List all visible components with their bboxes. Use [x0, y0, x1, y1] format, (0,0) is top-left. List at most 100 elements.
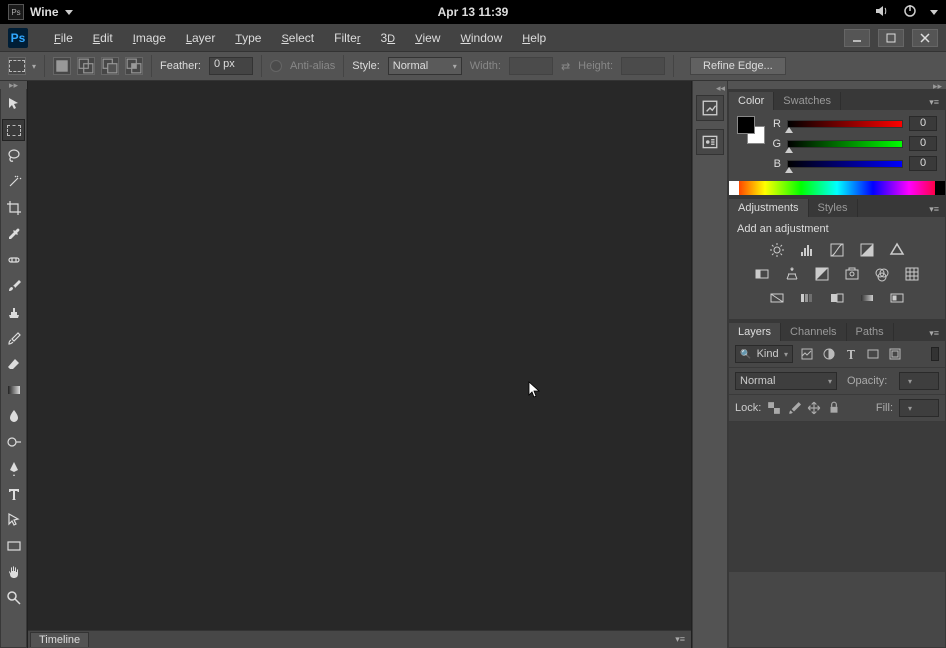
brush-tool[interactable] [2, 275, 25, 297]
menu-select[interactable]: Select [271, 27, 324, 49]
path-selection-tool[interactable] [2, 509, 25, 531]
fill-input[interactable]: ▾ [899, 399, 939, 417]
filter-type-icon[interactable] [843, 346, 859, 362]
hand-tool[interactable] [2, 561, 25, 583]
tab-swatches[interactable]: Swatches [774, 92, 841, 110]
tool-preset-dropdown-icon[interactable]: ▾ [32, 62, 36, 71]
gradient-tool[interactable] [2, 379, 25, 401]
marquee-tool[interactable] [2, 119, 25, 141]
app-menu-dropdown-icon[interactable] [65, 10, 73, 15]
properties-panel-icon[interactable] [696, 129, 724, 155]
app-title[interactable]: Wine [30, 5, 59, 19]
brightness-contrast-icon[interactable] [767, 241, 787, 259]
magic-wand-tool[interactable] [2, 171, 25, 193]
timeline-menu-icon[interactable]: ▾≡ [675, 634, 685, 645]
filter-pixel-icon[interactable] [799, 346, 815, 362]
curves-icon[interactable] [827, 241, 847, 259]
b-value-input[interactable]: 0 [909, 156, 937, 171]
opacity-input[interactable]: ▾ [899, 372, 939, 390]
current-tool-icon[interactable] [8, 57, 26, 75]
refine-edge-button[interactable]: Refine Edge... [690, 57, 786, 75]
healing-brush-tool[interactable] [2, 249, 25, 271]
layer-filter-kind-select[interactable]: 🔍Kind▾ [735, 345, 793, 363]
type-tool[interactable] [2, 483, 25, 505]
tab-layers[interactable]: Layers [729, 323, 781, 341]
filter-shape-icon[interactable] [865, 346, 881, 362]
exposure-icon[interactable] [857, 241, 877, 259]
feather-input[interactable]: 0 px [209, 57, 253, 75]
foreground-color-swatch[interactable] [737, 116, 755, 134]
clone-stamp-tool[interactable] [2, 301, 25, 323]
invert-icon[interactable] [767, 289, 787, 307]
pen-tool[interactable] [2, 457, 25, 479]
eyedropper-tool[interactable] [2, 223, 25, 245]
menu-image[interactable]: Image [123, 27, 176, 49]
adjustments-panel-menu-icon[interactable]: ▾≡ [923, 202, 945, 217]
menu-layer[interactable]: Layer [176, 27, 225, 49]
channel-mixer-icon[interactable] [872, 265, 892, 283]
g-slider[interactable] [787, 140, 903, 148]
move-tool[interactable] [2, 93, 25, 115]
selection-add-icon[interactable] [77, 57, 95, 75]
gradient-map-icon[interactable] [857, 289, 877, 307]
menu-edit[interactable]: Edit [83, 27, 123, 49]
color-swatch-stack[interactable] [737, 116, 765, 144]
tab-adjustments[interactable]: Adjustments [729, 199, 809, 217]
color-balance-icon[interactable] [782, 265, 802, 283]
g-value-input[interactable]: 0 [909, 136, 937, 151]
posterize-icon[interactable] [797, 289, 817, 307]
color-panel-menu-icon[interactable]: ▾≡ [923, 95, 945, 110]
menu-file[interactable]: File [44, 27, 83, 49]
menu-type[interactable]: Type [225, 27, 271, 49]
lock-all-icon[interactable] [827, 401, 841, 415]
right-dock-collapse-grip[interactable]: ▸▸ [728, 81, 946, 89]
selection-subtract-icon[interactable] [101, 57, 119, 75]
rectangle-tool[interactable] [2, 535, 25, 557]
tab-paths[interactable]: Paths [847, 323, 894, 341]
layers-panel-menu-icon[interactable]: ▾≡ [923, 326, 945, 341]
r-value-input[interactable]: 0 [909, 116, 937, 131]
lock-transparency-icon[interactable] [767, 401, 781, 415]
system-menu-dropdown-icon[interactable] [930, 10, 938, 15]
menu-filter[interactable]: Filter [324, 27, 370, 49]
photo-filter-icon[interactable] [842, 265, 862, 283]
history-brush-tool[interactable] [2, 327, 25, 349]
threshold-icon[interactable] [827, 289, 847, 307]
crop-tool[interactable] [2, 197, 25, 219]
style-select[interactable]: Normal▾ [388, 57, 462, 75]
dodge-tool[interactable] [2, 431, 25, 453]
menu-view[interactable]: View [405, 27, 450, 49]
menu-window[interactable]: Window [450, 27, 512, 49]
toolbox-collapse-grip[interactable]: ▸▸ [0, 81, 27, 89]
document-canvas[interactable]: Timeline ▾≡ [27, 81, 692, 648]
filter-smart-icon[interactable] [887, 346, 903, 362]
black-white-icon[interactable] [812, 265, 832, 283]
history-panel-icon[interactable] [696, 95, 724, 121]
selection-new-icon[interactable] [53, 57, 71, 75]
hue-saturation-icon[interactable] [752, 265, 772, 283]
blur-tool[interactable] [2, 405, 25, 427]
tab-color[interactable]: Color [729, 92, 774, 110]
window-close-button[interactable] [912, 29, 938, 47]
vibrance-icon[interactable] [887, 241, 907, 259]
window-maximize-button[interactable] [878, 29, 904, 47]
eraser-tool[interactable] [2, 353, 25, 375]
volume-icon[interactable] [874, 3, 890, 22]
lock-pixels-icon[interactable] [787, 401, 801, 415]
lock-position-icon[interactable] [807, 401, 821, 415]
r-slider[interactable] [787, 120, 903, 128]
selection-intersect-icon[interactable] [125, 57, 143, 75]
lasso-tool[interactable] [2, 145, 25, 167]
filter-toggle-switch[interactable] [931, 347, 939, 361]
tab-channels[interactable]: Channels [781, 323, 846, 341]
tab-styles[interactable]: Styles [809, 199, 858, 217]
levels-icon[interactable] [797, 241, 817, 259]
power-icon[interactable] [902, 3, 918, 22]
timeline-tab[interactable]: Timeline [30, 632, 89, 647]
color-lookup-icon[interactable] [902, 265, 922, 283]
blend-mode-select[interactable]: Normal▾ [735, 372, 837, 390]
color-spectrum-ramp[interactable] [729, 181, 945, 195]
filter-adjustment-icon[interactable] [821, 346, 837, 362]
menu-help[interactable]: Help [512, 27, 556, 49]
window-minimize-button[interactable] [844, 29, 870, 47]
